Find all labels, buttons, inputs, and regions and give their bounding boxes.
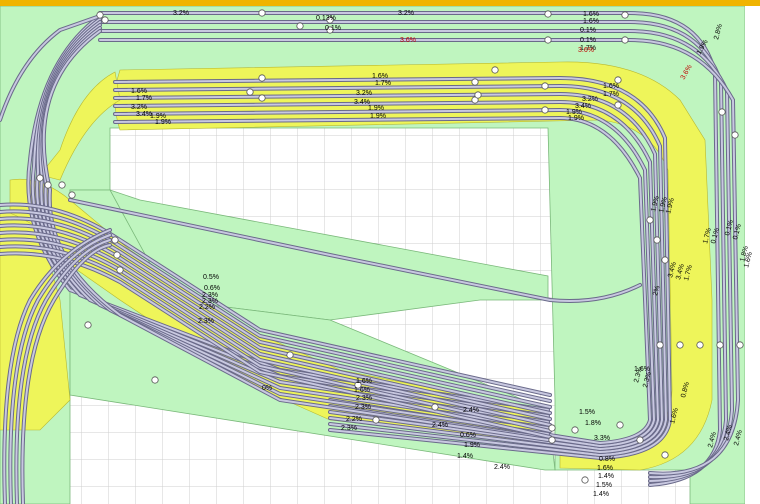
turnout-node — [111, 236, 119, 244]
turnout-node — [151, 376, 159, 384]
turnout-node — [621, 11, 629, 19]
grade-label: 1.9% — [370, 113, 386, 120]
turnout-node — [58, 181, 66, 189]
grade-label: 0.1% — [325, 25, 341, 32]
turnout-node — [36, 174, 44, 182]
grade-label: 3.2% — [131, 104, 147, 111]
turnout-node — [471, 78, 479, 86]
turnout-node — [661, 256, 669, 264]
grade-label: 1.6% — [131, 88, 147, 95]
grade-label: 0.6% — [204, 285, 220, 292]
grade-label: 0.13% — [316, 15, 336, 22]
turnout-node — [581, 476, 589, 484]
turnout-node — [616, 421, 624, 429]
grade-label: 1.9% — [155, 119, 171, 126]
turnout-node — [258, 94, 266, 102]
grade-label: 0.8% — [599, 456, 615, 463]
turnout-node — [101, 16, 109, 24]
grade-label: 0.1% — [580, 27, 596, 34]
grade-label: 2.3% — [341, 425, 357, 432]
grade-label: 2.4% — [463, 407, 479, 414]
turnout-node — [258, 74, 266, 82]
grade-label: 1.6% — [354, 387, 370, 394]
top-border — [0, 0, 760, 6]
grade-label: 2.3% — [355, 404, 371, 411]
turnout-node — [544, 10, 552, 18]
grade-label: 2.3% — [198, 318, 214, 325]
turnout-node — [653, 236, 661, 244]
turnout-node — [696, 341, 704, 349]
track-plan-canvas: 3.2% 3.2% 1.6%1.6%0.1%0.1%1.7%3.6%3.6%0.13… — [0, 0, 760, 504]
turnout-node — [246, 88, 254, 96]
grade-label: 3.2% — [398, 10, 414, 17]
grade-label: 1.7% — [136, 95, 152, 102]
grade-label: 1.4% — [598, 473, 614, 480]
grade-label: 1.5% — [596, 482, 612, 489]
grade-label: 2.2% — [346, 416, 362, 423]
turnout-node — [736, 341, 744, 349]
turnout-node — [614, 101, 622, 109]
grade-label: 0% — [262, 385, 272, 392]
grade-label: 1.7% — [375, 80, 391, 87]
turnout-node — [372, 416, 380, 424]
grade-label: 1.4% — [457, 453, 473, 460]
turnout-node — [646, 216, 654, 224]
turnout-node — [571, 426, 579, 434]
turnout-node — [541, 106, 549, 114]
grade-label: 2.4% — [494, 464, 510, 471]
grade-label: 2.4% — [432, 422, 448, 429]
turnout-node — [96, 11, 104, 19]
turnout-node — [718, 108, 726, 116]
turnout-node — [68, 191, 76, 199]
turnout-node — [656, 341, 664, 349]
grade-label: 1.6% — [603, 83, 619, 90]
grade-label: 0.1% — [580, 37, 596, 44]
turnout-node — [474, 91, 482, 99]
turnout-node — [541, 82, 549, 90]
turnout-node — [636, 436, 644, 444]
grade-label: 2.2% — [199, 304, 215, 311]
grade-label: 3.6% — [578, 47, 594, 54]
grade-label: 3.2% — [356, 90, 372, 97]
turnout-node — [258, 9, 266, 17]
turnout-node — [548, 424, 556, 432]
grade-label: 3.2% — [582, 96, 598, 103]
turnout-node — [296, 22, 304, 30]
turnout-node — [716, 341, 724, 349]
grade-label: 1.9% — [368, 105, 384, 112]
grade-label: 2.3% — [356, 395, 372, 402]
turnout-node — [84, 321, 92, 329]
grade-label: 3.3% — [594, 435, 610, 442]
grade-label: 1.6% — [583, 18, 599, 25]
grade-label: 1.4% — [593, 491, 609, 498]
turnout-node — [548, 436, 556, 444]
grade-label: 1.5% — [579, 409, 595, 416]
grade-label: 1.6% — [356, 378, 372, 385]
turnout-node — [44, 181, 52, 189]
grade-label: 0.6% — [460, 432, 476, 439]
turnout-node — [731, 131, 739, 139]
grade-label: 3.6% — [400, 37, 416, 44]
grade-label: 1.6% — [372, 73, 388, 80]
turnout-node — [431, 403, 439, 411]
turnout-node — [113, 251, 121, 259]
turnout-node — [661, 451, 669, 459]
turnout-node — [491, 66, 499, 74]
turnout-node — [544, 36, 552, 44]
grade-label: 1.9% — [568, 115, 584, 122]
turnout-node — [676, 341, 684, 349]
turnout-node — [116, 266, 124, 274]
grade-label: 1.6% — [597, 465, 613, 472]
grade-label: 3.2% — [173, 10, 189, 17]
turnout-node — [286, 351, 294, 359]
turnout-node — [621, 36, 629, 44]
grade-label: 1.8% — [585, 420, 601, 427]
grade-label: 1.6% — [583, 11, 599, 18]
grade-label: 1.9% — [464, 442, 480, 449]
grade-label: 0.5% — [203, 274, 219, 281]
grade-label: 1.7% — [603, 91, 619, 98]
